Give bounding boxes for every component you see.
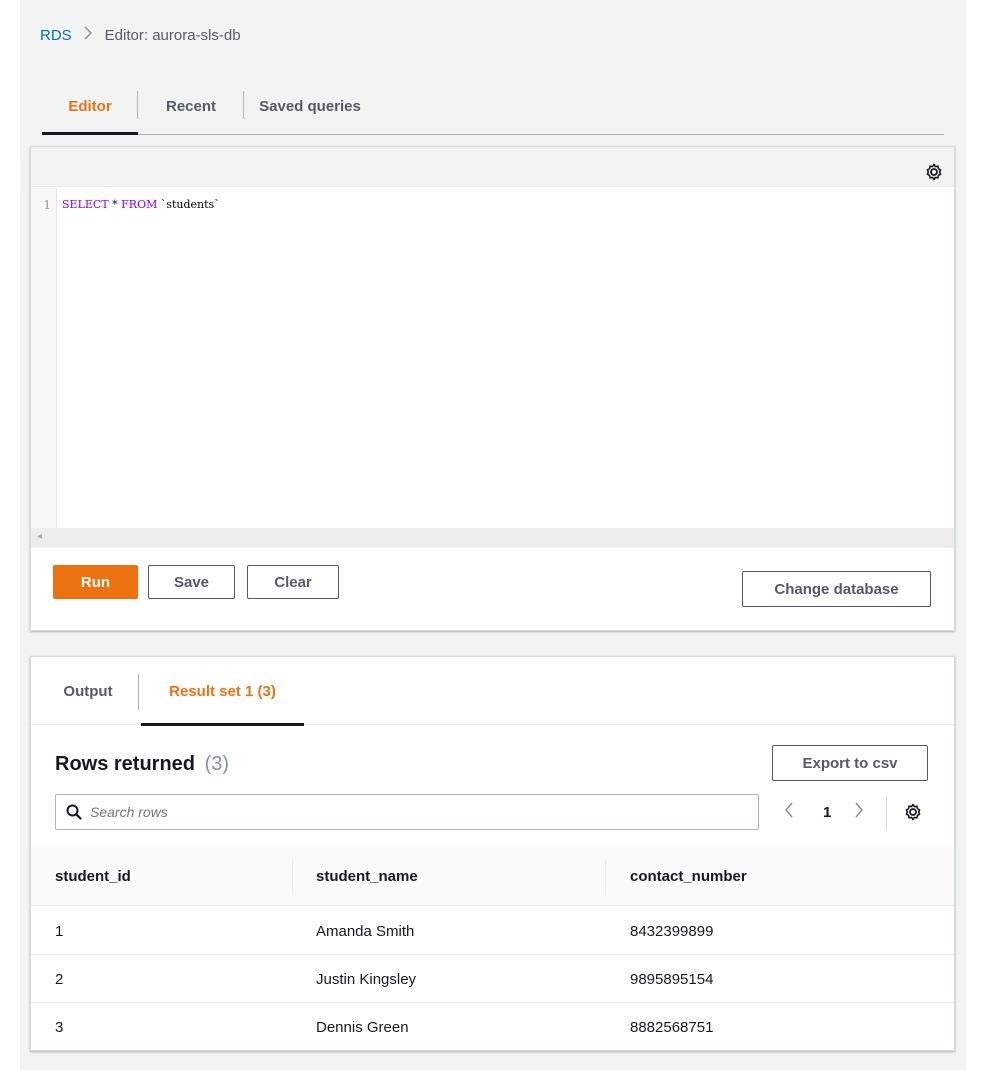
cell-student-id: 2 xyxy=(55,970,64,988)
query-editor-panel: 1 SELECT * FROM `students` ◂ Run Save Cl… xyxy=(30,146,955,631)
tab-recent-label: Recent xyxy=(165,98,217,115)
code-token: * xyxy=(108,198,122,211)
breadcrumb: RDS Editor: aurora-sls-db xyxy=(40,26,241,44)
tab-result-set-1[interactable]: Result set 1 (3) xyxy=(141,657,304,726)
cell-contact-number: 8882568751 xyxy=(630,1018,714,1036)
rows-returned-heading: Rows returned (3) xyxy=(55,753,229,776)
previous-page-chevron-icon[interactable] xyxy=(783,800,795,826)
next-page-chevron-icon[interactable] xyxy=(853,800,865,826)
breadcrumb-rds-link[interactable]: RDS xyxy=(40,27,72,44)
cell-student-name: Dennis Green xyxy=(316,1018,409,1036)
table-row[interactable]: 3 Dennis Green 8882568751 xyxy=(31,1003,954,1051)
table-row[interactable]: 1 Amanda Smith 8432399899 xyxy=(31,907,954,955)
column-header-student-name[interactable]: student_name xyxy=(316,847,418,906)
result-tabs: Output Result set 1 (3) xyxy=(31,657,954,726)
tab-editor[interactable]: Editor xyxy=(42,79,138,135)
cell-student-id: 1 xyxy=(55,922,64,940)
code-editor[interactable]: 1 SELECT * FROM `students` xyxy=(31,188,954,528)
column-separator xyxy=(292,859,293,895)
code-table-name: `students` xyxy=(157,198,220,211)
chevron-right-icon xyxy=(84,26,93,44)
pager-divider xyxy=(886,796,887,830)
export-csv-button[interactable]: Export to csv xyxy=(772,745,928,781)
cell-student-id: 3 xyxy=(55,1018,64,1036)
search-icon xyxy=(66,804,82,820)
code-line[interactable]: SELECT * FROM `students` xyxy=(62,198,220,211)
tab-saved-queries[interactable]: Saved queries xyxy=(244,79,376,134)
rows-returned-label: Rows returned xyxy=(55,753,196,775)
save-button[interactable]: Save xyxy=(148,565,235,599)
tab-editor-label: Editor xyxy=(68,98,112,115)
cell-contact-number: 8432399899 xyxy=(630,922,714,940)
cell-student-name: Amanda Smith xyxy=(316,922,415,940)
line-gutter: 1 xyxy=(31,188,57,528)
editor-tabs: Editor Recent Saved queries xyxy=(42,79,944,135)
run-button[interactable]: Run xyxy=(53,565,138,599)
tab-recent[interactable]: Recent xyxy=(138,79,244,134)
cell-contact-number: 9895895154 xyxy=(630,970,714,988)
tab-divider xyxy=(138,674,139,710)
change-database-button[interactable]: Change database xyxy=(742,571,931,607)
table-header: student_id student_name contact_number xyxy=(31,847,954,906)
column-header-student-id[interactable]: student_id xyxy=(55,847,131,906)
table-preferences-gear-icon[interactable] xyxy=(904,803,922,821)
code-keyword-from: FROM xyxy=(121,198,158,211)
results-panel: Output Result set 1 (3) Rows returned (3… xyxy=(30,656,955,1051)
cell-student-name: Justin Kingsley xyxy=(316,970,417,988)
tab-output[interactable]: Output xyxy=(53,657,123,725)
clear-button[interactable]: Clear xyxy=(247,565,339,599)
horizontal-scrollbar[interactable]: ◂ xyxy=(31,528,954,548)
editor-settings-gear-icon[interactable] xyxy=(925,163,943,181)
editor-toolbar xyxy=(31,147,954,187)
search-rows-field[interactable] xyxy=(55,794,759,830)
search-rows-input[interactable] xyxy=(90,804,690,820)
scroll-left-arrow-icon[interactable]: ◂ xyxy=(37,531,42,542)
rows-returned-count: (3) xyxy=(204,753,230,775)
column-separator xyxy=(605,859,606,895)
line-number: 1 xyxy=(43,198,51,212)
column-header-contact-number[interactable]: contact_number xyxy=(630,847,747,906)
code-keyword-select: SELECT xyxy=(62,198,109,211)
breadcrumb-current: Editor: aurora-sls-db xyxy=(104,26,241,44)
current-page-number[interactable]: 1 xyxy=(823,804,831,821)
tab-saved-queries-label: Saved queries xyxy=(259,98,361,115)
table-row[interactable]: 2 Justin Kingsley 9895895154 xyxy=(31,955,954,1003)
